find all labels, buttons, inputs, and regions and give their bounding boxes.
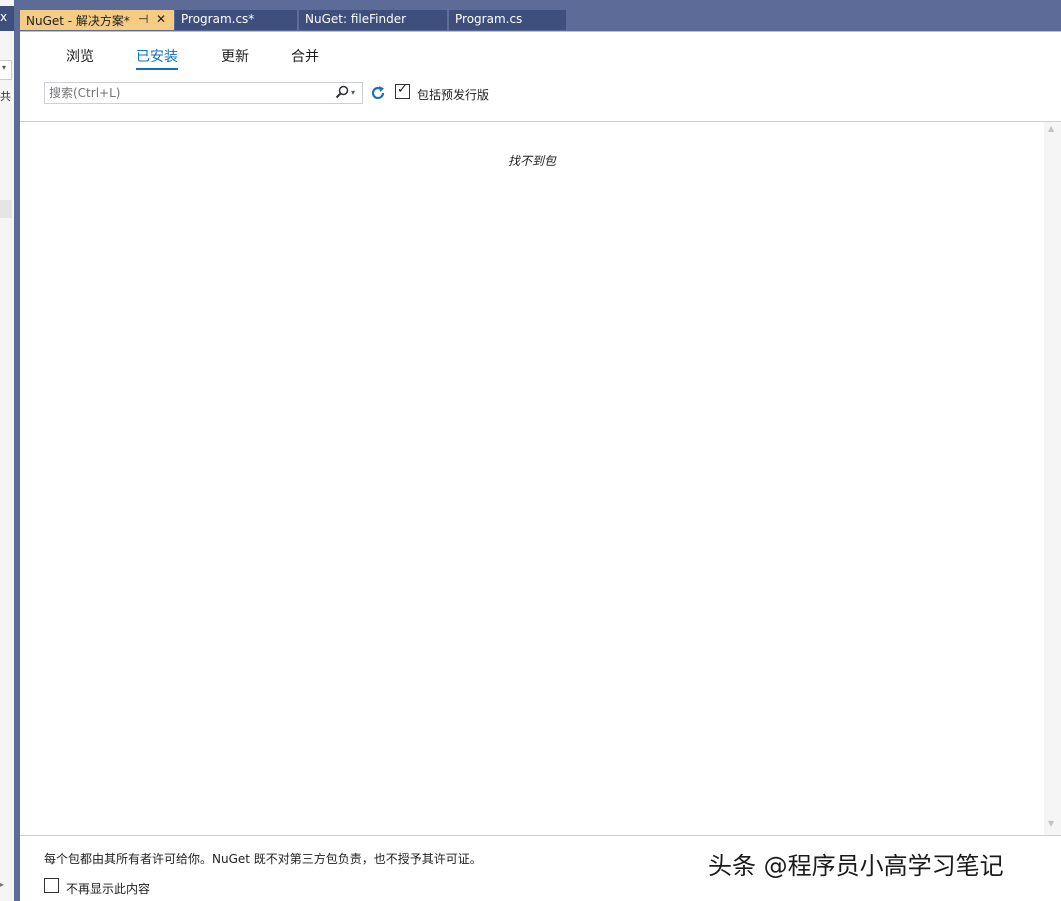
no-packages-message: 找不到包 <box>507 154 556 168</box>
tab-installed[interactable]: 已安装 <box>136 46 178 70</box>
search-box: ▾ <box>44 82 363 104</box>
scroll-up-icon[interactable]: ▲ <box>1048 124 1054 133</box>
left-selected-row[interactable] <box>0 200 12 218</box>
search-icon[interactable] <box>335 85 349 99</box>
dont-show-again-label[interactable]: 不再显示此内容 <box>66 880 150 897</box>
tab-label: Program.cs* <box>181 12 255 26</box>
left-scroll-right-icon[interactable]: ▸ <box>0 880 4 889</box>
package-list-scrollbar[interactable]: ▲ ▼ <box>1044 122 1061 835</box>
watermark: 头条 @程序员小高学习笔记 <box>708 852 1004 880</box>
search-input[interactable] <box>45 83 325 103</box>
tab-nuget-solution[interactable]: NuGet - 解决方案* ⊣ ✕ <box>20 10 174 30</box>
checkmark-icon: ✓ <box>397 82 408 97</box>
tab-nuget-filefinder[interactable]: NuGet: fileFinder <box>299 10 447 30</box>
tab-consolidate[interactable]: 合并 <box>291 46 319 68</box>
nuget-package-manager: 浏览 已安装 更新 合并 ▾ ✓ 包括预发行版 找不到包 ▲ ▼ 每个包都由其所… <box>20 31 1061 901</box>
dont-show-again-checkbox[interactable] <box>44 878 59 893</box>
refresh-icon[interactable] <box>370 85 386 101</box>
footer-divider <box>20 835 1061 836</box>
include-prerelease-checkbox[interactable]: ✓ <box>395 82 410 99</box>
tab-updates[interactable]: 更新 <box>221 46 249 68</box>
left-dropdown-chevron-icon: ▾ <box>2 63 7 72</box>
scroll-down-icon[interactable]: ▼ <box>1048 819 1054 828</box>
include-prerelease-label[interactable]: 包括预发行版 <box>417 86 489 103</box>
left-close-icon[interactable]: x <box>0 10 7 24</box>
tab-label: Program.cs <box>455 12 523 26</box>
document-tab-strip: NuGet - 解决方案* ⊣ ✕ Program.cs* NuGet: fil… <box>14 0 1061 32</box>
tab-label: NuGet - 解决方案* <box>26 14 130 28</box>
tab-browse[interactable]: 浏览 <box>66 46 94 68</box>
left-tool-window: x ▾ 共 ▸ <box>0 0 14 901</box>
license-notice: 每个包都由其所有者许可给你。NuGet 既不对第三方包负责，也不授予其许可证。 <box>44 852 482 866</box>
tab-program-cs[interactable]: Program.cs <box>449 10 566 30</box>
search-dropdown-icon[interactable]: ▾ <box>351 88 355 97</box>
tab-program-cs-modified[interactable]: Program.cs* <box>175 10 297 30</box>
left-panel-text: 共 <box>0 90 11 103</box>
package-list: 找不到包 <box>20 122 1044 835</box>
close-icon[interactable]: ✕ <box>156 12 166 26</box>
pin-icon[interactable]: ⊣ <box>138 12 148 26</box>
tab-label: NuGet: fileFinder <box>305 12 407 26</box>
